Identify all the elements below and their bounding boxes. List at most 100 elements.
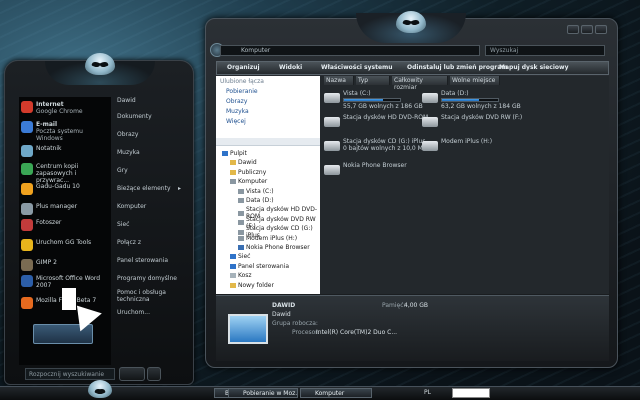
folder-icon (230, 160, 236, 166)
drive-item[interactable]: Modem iPlus (H:) (422, 138, 492, 151)
tree-item[interactable]: Nokia Phone Browser (238, 244, 310, 251)
favorite-link[interactable]: Obrazy (226, 98, 247, 105)
dvd-drive-icon (422, 117, 438, 127)
tree-item[interactable]: Data (D:) (238, 197, 274, 204)
minimize-button[interactable] (567, 25, 579, 34)
hard-drive-icon (422, 93, 438, 103)
place-item[interactable]: Muzyka (117, 149, 183, 156)
tree-item[interactable]: Panel sterowania (230, 263, 289, 270)
program-item[interactable]: Uruchom GG Tools (21, 239, 111, 251)
folder-icon (222, 151, 228, 156)
start-menu-places: Dawid Dokumenty Obrazy Muzyka Gry Bieżące ele… (113, 97, 185, 365)
place-item[interactable]: Komputer (117, 203, 183, 210)
tree-item[interactable]: Sieć (230, 253, 250, 260)
program-item[interactable]: Gadu-Gadu 10 (21, 183, 111, 195)
column-header[interactable]: Typ (356, 76, 390, 85)
tree-item-label: Komputer (238, 178, 268, 186)
program-item[interactable]: GIMP 2 (21, 259, 111, 271)
tree-item-label: Vista (C:) (246, 187, 274, 195)
taskbar-button[interactable]: Pobieranie w Moz... (228, 388, 298, 398)
tree-item[interactable]: Modem iPlus (H:) (238, 235, 297, 242)
drive-item[interactable]: Nokia Phone Browser (324, 162, 407, 175)
toolbar-button[interactable]: Mapuj dysk sieciowy (499, 64, 568, 71)
drive-item[interactable]: Stacja dysków DVD RW (F:) (422, 114, 522, 127)
program-text: GIMP 2 (36, 259, 57, 266)
drive-name: Stacja dysków DVD RW (F:) (441, 114, 523, 121)
drive-text: Stacja dysków DVD RW (F:) (441, 114, 522, 127)
place-item[interactable]: Sieć (117, 221, 183, 228)
place-item[interactable]: Bieżące elementy (117, 185, 183, 192)
modem-drive-icon (422, 141, 438, 151)
tree-item[interactable]: Vista (C:) (238, 188, 274, 195)
taskbar-button[interactable]: Bez tytułu - Paint (214, 388, 229, 398)
drive-item[interactable]: Data (D:) 63,2 GB wolnych z 184 GB (422, 90, 521, 110)
gimp-icon (21, 259, 33, 271)
place-item[interactable]: Uruchom... (117, 309, 183, 316)
firefox-icon (21, 297, 33, 309)
drive-item[interactable]: Vista (C:) 55,7 GB wolnych z 186 GB (324, 90, 423, 110)
close-button[interactable] (595, 25, 607, 34)
language-indicator[interactable]: PL (424, 389, 431, 396)
folder-icon (238, 198, 244, 203)
tree-item[interactable]: Dawid (230, 159, 257, 166)
place-item[interactable]: Połącz z (117, 239, 183, 246)
program-item[interactable]: Centrum kopii zapasowych i przywrac... (21, 163, 111, 184)
favorite-link[interactable]: Muzyka (226, 108, 249, 115)
workgroup-value-short: Dawid (272, 311, 291, 318)
lock-button[interactable] (147, 367, 161, 381)
folders-header[interactable] (216, 138, 320, 146)
place-item[interactable]: Dawid (117, 97, 183, 104)
tree-item[interactable]: Kosz (230, 272, 252, 279)
column-header[interactable]: Wolne miejsce (450, 76, 500, 85)
program-subtitle: Poczta systemu Windows (36, 128, 83, 142)
favorite-link[interactable]: Więcej (226, 118, 246, 125)
program-title: Fotoszer (36, 219, 62, 226)
program-item[interactable]: Plus manager (21, 203, 111, 215)
drive-name: Nokia Phone Browser (343, 162, 407, 169)
place-item[interactable]: Dokumenty (117, 113, 183, 120)
place-item[interactable]: Panel sterowania (117, 257, 183, 264)
folder-icon (230, 169, 236, 175)
program-item[interactable]: Internet Google Chrome (21, 101, 111, 115)
tray-search-box[interactable] (452, 388, 490, 398)
content-pane: Nazwa Typ Całkowity rozmiar Wolne miejsce Vi… (320, 76, 609, 294)
folder-icon (230, 282, 236, 288)
taskbar-button[interactable]: Komputer (300, 388, 372, 398)
computer-name: DAWID (272, 302, 296, 309)
program-item[interactable]: Fotoszer (21, 219, 111, 231)
place-item[interactable]: Gry (117, 167, 183, 174)
drive-usage-fill (442, 99, 479, 101)
place-item[interactable]: Obrazy (117, 131, 183, 138)
toolbar-button[interactable]: Właściwości systemu (321, 64, 393, 71)
power-button[interactable] (119, 367, 145, 381)
tree-item-label: Publiczny (238, 168, 267, 176)
drive-item[interactable]: Stacja dysków HD DVD-ROM (324, 114, 428, 127)
tree-item-label: Nowy folder (238, 281, 274, 289)
tree-item[interactable]: Publiczny (230, 169, 266, 176)
explorer-search-input[interactable]: Wyszukaj (485, 45, 605, 56)
maximize-button[interactable] (581, 25, 593, 34)
column-header[interactable]: Nazwa (324, 76, 354, 85)
place-item[interactable]: Pomoc i obsługa techniczna (117, 289, 183, 303)
folder-icon (230, 254, 236, 260)
drive-name: Stacja dysków HD DVD-ROM (343, 114, 429, 121)
gg-tools-icon (21, 239, 33, 251)
drive-item[interactable]: Stacja dysków CD (G:) iPlus 0 bajtów woln… (324, 138, 427, 152)
column-header[interactable]: Całkowity rozmiar (392, 76, 448, 91)
folder-icon (238, 188, 244, 194)
program-item[interactable]: E-mail Poczta systemu Windows (21, 121, 111, 142)
start-button[interactable] (88, 380, 114, 400)
tree-item[interactable]: Nowy folder (230, 282, 274, 289)
address-bar[interactable]: Komputer (220, 45, 480, 56)
toolbar-button[interactable]: Organizuj (227, 64, 260, 71)
toolbar-button[interactable]: Widoki (279, 64, 302, 71)
favorite-link[interactable]: Pobieranie (226, 88, 258, 95)
program-item[interactable]: Microsoft Office Word 2007 (21, 275, 111, 289)
toolbar-button[interactable]: Odinstaluj lub zmień program (407, 64, 508, 71)
tree-item[interactable]: Pulpit (222, 150, 247, 157)
program-item[interactable]: Notatnik (21, 145, 111, 157)
program-text: Plus manager (36, 203, 77, 210)
place-item[interactable]: Programy domyślne (117, 275, 183, 282)
start-search-input[interactable]: Rozpocznij wyszukiwanie (25, 368, 115, 380)
tree-item[interactable]: Komputer (230, 178, 267, 185)
